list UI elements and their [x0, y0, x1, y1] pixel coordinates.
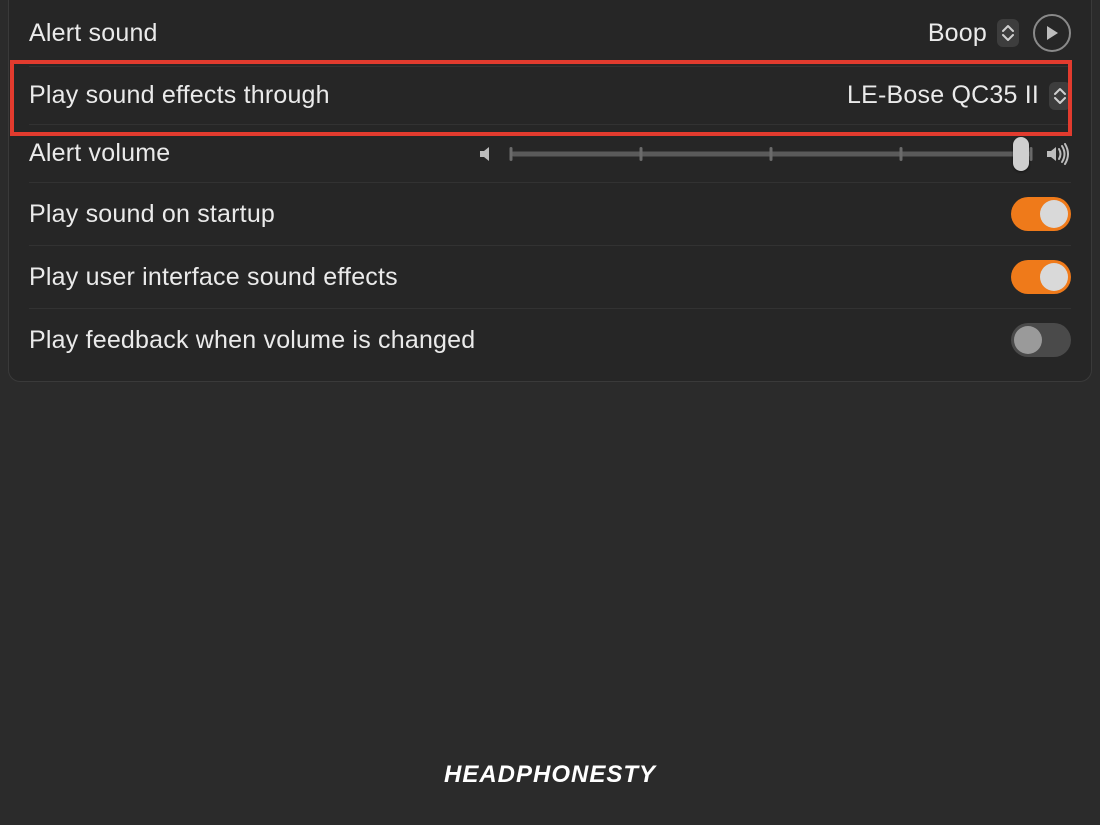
- play-through-popup[interactable]: LE-Bose QC35 II: [847, 81, 1071, 110]
- alert-sound-label: Alert sound: [29, 19, 158, 48]
- alert-volume-label: Alert volume: [29, 139, 170, 168]
- volume-feedback-label: Play feedback when volume is changed: [29, 326, 475, 355]
- row-volume-feedback: Play feedback when volume is changed: [29, 308, 1071, 371]
- startup-sound-label: Play sound on startup: [29, 200, 275, 229]
- volume-feedback-toggle[interactable]: [1011, 323, 1071, 357]
- row-alert-sound: Alert sound Boop: [29, 0, 1071, 66]
- sound-settings-panel: Alert sound Boop Play sound effects thro…: [8, 0, 1092, 382]
- volume-low-icon: [477, 144, 497, 164]
- row-play-through: Play sound effects through LE-Bose QC35 …: [29, 66, 1071, 124]
- play-icon: [1045, 25, 1059, 41]
- ui-sound-effects-toggle[interactable]: [1011, 260, 1071, 294]
- alert-volume-slider[interactable]: [511, 140, 1031, 168]
- play-alert-sound-button[interactable]: [1033, 14, 1071, 52]
- row-startup-sound: Play sound on startup: [29, 182, 1071, 245]
- play-through-label: Play sound effects through: [29, 81, 330, 110]
- chevron-up-down-icon: [1049, 82, 1071, 110]
- volume-high-icon: [1045, 143, 1071, 165]
- startup-sound-toggle[interactable]: [1011, 197, 1071, 231]
- row-alert-volume: Alert volume: [29, 124, 1071, 182]
- alert-sound-popup[interactable]: Boop: [928, 19, 1019, 48]
- ui-sound-effects-label: Play user interface sound effects: [29, 263, 398, 292]
- row-ui-sound-effects: Play user interface sound effects: [29, 245, 1071, 308]
- chevron-up-down-icon: [997, 19, 1019, 47]
- watermark-text: HEADPHONESTY: [0, 761, 1100, 789]
- play-through-value: LE-Bose QC35 II: [847, 81, 1039, 110]
- alert-sound-value: Boop: [928, 19, 987, 48]
